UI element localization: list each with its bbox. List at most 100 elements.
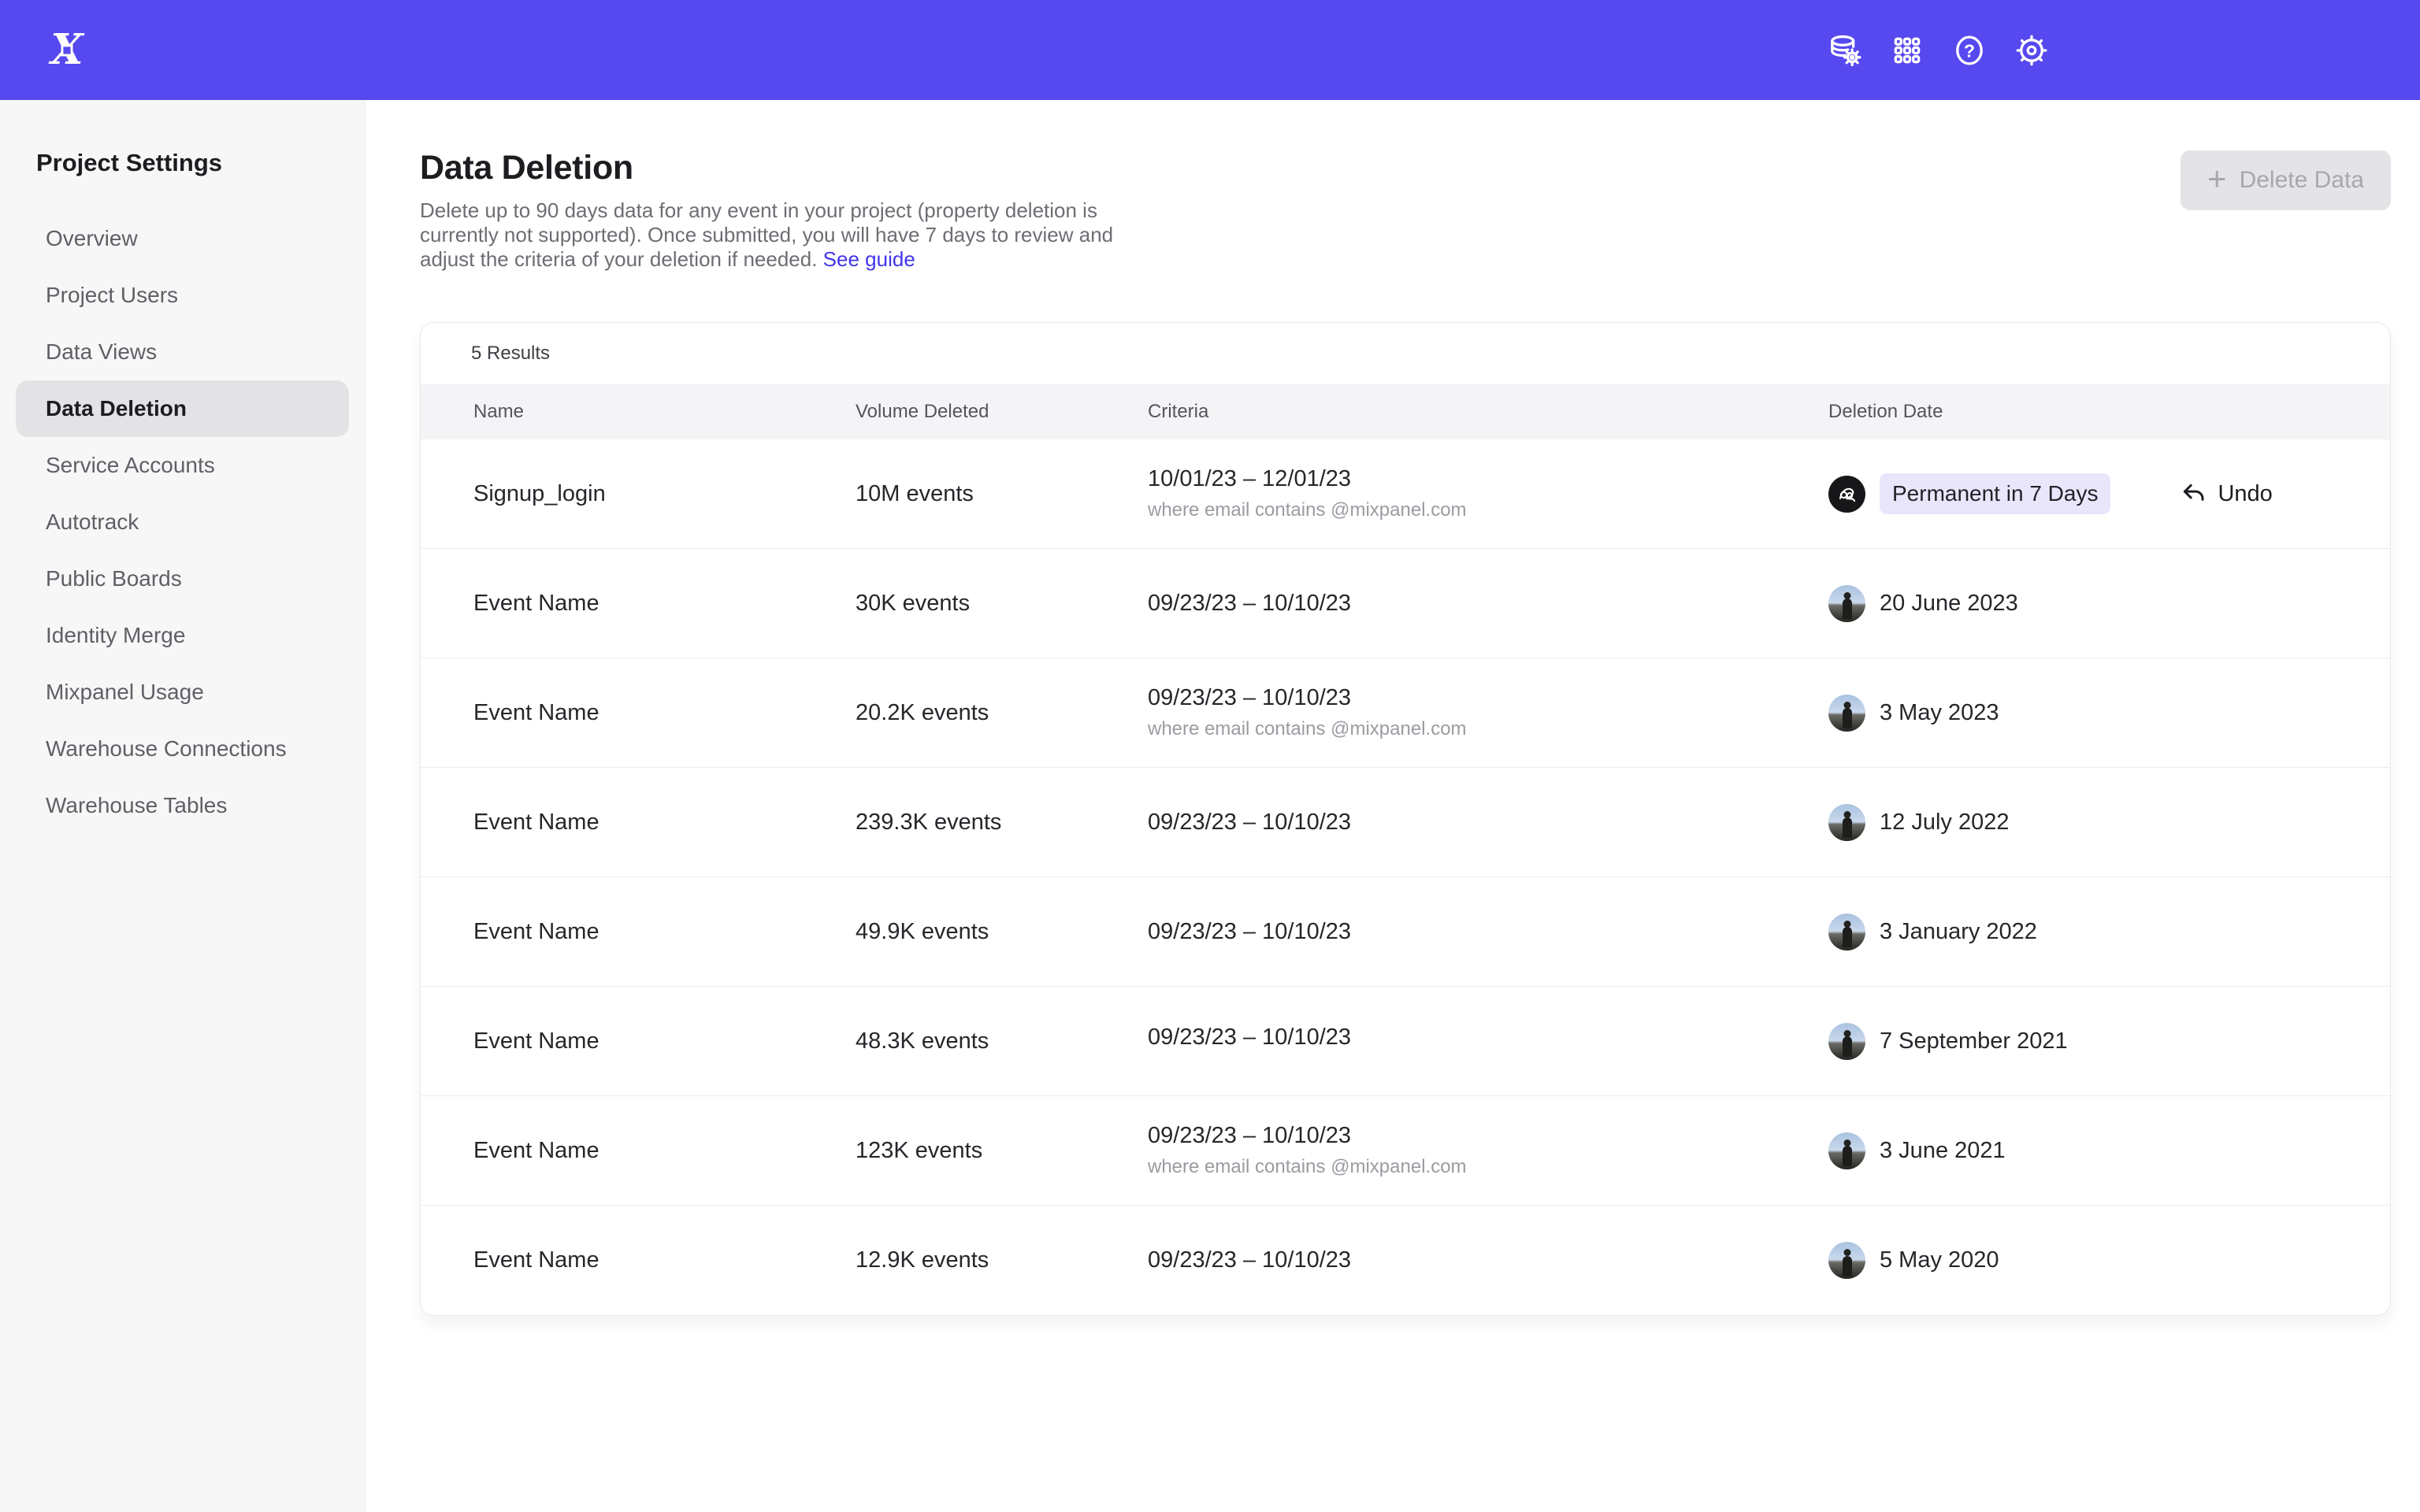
table-row: Event Name 239.3K events 09/23/23 – 10/1… [421,768,2390,877]
sidebar-item-label: Identity Merge [46,623,185,648]
deletion-date-text: 20 June 2023 [1880,591,2018,617]
volume-deleted-cell: 123K events [856,1138,1148,1164]
sidebar-item-label: Autotrack [46,510,139,535]
criteria-cell: 09/23/23 – 10/10/23 [1148,591,1828,617]
deletion-date-cell: 12 July 2022 [1828,804,2390,841]
deletion-date-cell: 3 January 2022 [1828,914,2390,951]
svg-text:?: ? [1964,40,1975,61]
see-guide-link[interactable]: See guide [823,247,915,271]
sidebar-item-data-views[interactable]: Data Views [16,324,349,380]
criteria-cell: 09/23/23 – 10/10/23 [1148,1247,1828,1273]
sidebar-item-label: Warehouse Connections [46,736,287,762]
sidebar-item-public-boards[interactable]: Public Boards [16,550,349,607]
topbar: X ? [0,0,2420,100]
criteria-filter-text: where email contains @mixpanel.com [1148,499,1828,521]
criteria-date-range: 09/23/23 – 10/10/23 [1148,591,1828,617]
sidebar-item-warehouse-tables[interactable]: Warehouse Tables [16,777,349,834]
apps-grid-icon[interactable] [1889,32,1925,69]
sidebar-item-mixpanel-usage[interactable]: Mixpanel Usage [16,664,349,721]
criteria-cell: 09/23/23 – 10/10/23 [1148,810,1828,836]
sidebar-nav: Overview Project Users Data Views Data Dele… [0,210,365,834]
sidebar-item-overview[interactable]: Overview [16,210,349,267]
deletion-date-cell: 7 September 2021 [1828,1023,2390,1060]
sidebar-item-label: Public Boards [46,566,182,591]
criteria-cell: 09/23/23 – 10/10/23 [1148,1025,1828,1058]
mixpanel-logo[interactable]: X [44,28,90,73]
criteria-date-range: 09/23/23 – 10/10/23 [1148,810,1828,836]
criteria-cell: 10/01/23 – 12/01/23 where email contains… [1148,466,1828,521]
table-body: Signup_login 10M events 10/01/23 – 12/01… [421,439,2390,1315]
sidebar-item-autotrack[interactable]: Autotrack [16,494,349,550]
table-row: Event Name 30K events 09/23/23 – 10/10/2… [421,549,2390,658]
page-title: Data Deletion [420,149,1116,187]
sidebar-item-label: Mixpanel Usage [46,680,204,705]
sidebar-item-label: Overview [46,226,138,251]
event-name-cell: Event Name [473,810,856,836]
deletion-date-text: 7 September 2021 [1880,1028,2068,1054]
table-row: Signup_login 10M events 10/01/23 – 12/01… [421,439,2390,549]
help-icon[interactable]: ? [1951,32,1988,69]
sidebar: Project Settings OverviewProject UsersDa… [0,100,366,1512]
deletion-date-cell: 3 May 2023 [1828,695,2390,732]
user-avatar [1828,585,1865,622]
deletion-date-text: 5 May 2020 [1880,1247,1999,1273]
plus-icon: + [2207,162,2227,195]
table-row: Event Name 48.3K events 09/23/23 – 10/10… [421,987,2390,1096]
deletion-date-cell: 5 May 2020 [1828,1242,2390,1279]
criteria-date-range: 09/23/23 – 10/10/23 [1148,1247,1828,1273]
delete-data-button[interactable]: + Delete Data [2181,150,2391,210]
volume-deleted-cell: 20.2K events [856,700,1148,726]
volume-deleted-cell: 239.3K events [856,810,1148,836]
deletion-date-cell: Permanent in 7 Days Undo [1828,473,2390,514]
criteria-date-range: 09/23/23 – 10/10/23 [1148,685,1828,711]
user-avatar [1828,1242,1865,1279]
topbar-icon-group: ? [1827,32,2050,69]
status-badge: Permanent in 7 Days [1880,473,2110,514]
sidebar-item-project-users[interactable]: Project Users [16,267,349,324]
user-avatar [1828,804,1865,841]
results-count: 5 Results [421,323,2390,384]
sidebar-item-label: Data Deletion [46,396,187,421]
user-avatar [1828,695,1865,732]
deletion-date-cell: 3 June 2021 [1828,1132,2390,1169]
deletion-date-text: 3 June 2021 [1880,1138,2006,1164]
page-description: Delete up to 90 days data for any event … [420,198,1116,272]
column-header-deletion-date: Deletion Date [1828,401,2390,423]
criteria-filter-text: where email contains @mixpanel.com [1148,1156,1828,1178]
sketch-avatar-doodle [1833,480,1861,508]
event-name-cell: Event Name [473,919,856,945]
sidebar-item-label: Data Views [46,339,157,365]
deletion-date-cell: 20 June 2023 [1828,585,2390,622]
event-name-cell: Event Name [473,1247,856,1273]
description-text: Delete up to 90 days data for any event … [420,198,1113,271]
criteria-date-range: 09/23/23 – 10/10/23 [1148,919,1828,945]
main-content: Data Deletion Delete up to 90 days data … [366,100,2420,1512]
event-name-cell: Event Name [473,1138,856,1164]
sidebar-item-identity-merge[interactable]: Identity Merge [16,607,349,664]
criteria-cell: 09/23/23 – 10/10/23 where email contains… [1148,685,1828,740]
criteria-date-range: 09/23/23 – 10/10/23 [1148,1025,1828,1051]
user-avatar [1828,914,1865,951]
page-header: Data Deletion Delete up to 90 days data … [420,149,2391,272]
sidebar-item-service-accounts[interactable]: Service Accounts [16,437,349,494]
sidebar-item-warehouse-connections[interactable]: Warehouse Connections [16,721,349,777]
event-name-cell: Event Name [473,591,856,617]
criteria-cell: 09/23/23 – 10/10/23 [1148,919,1828,945]
table-header-row: Name Volume Deleted Criteria Deletion Da… [421,384,2390,439]
sidebar-item-data-deletion[interactable]: Data Deletion [16,380,349,437]
volume-deleted-cell: 10M events [856,481,1148,507]
event-name-cell: Signup_login [473,481,856,507]
column-header-volume: Volume Deleted [856,401,1148,423]
deletion-date-text: 3 January 2022 [1880,919,2037,945]
user-avatar [1828,476,1865,513]
user-avatar [1828,1023,1865,1060]
undo-button[interactable]: Undo [2180,480,2272,507]
settings-gear-icon[interactable] [2014,32,2050,69]
user-avatar [1828,1132,1865,1169]
data-settings-icon[interactable] [1827,32,1863,69]
deletion-date-text: 3 May 2023 [1880,700,1999,726]
column-header-criteria: Criteria [1148,401,1828,423]
volume-deleted-cell: 12.9K events [856,1247,1148,1273]
sidebar-item-label: Service Accounts [46,453,215,478]
table-row: Event Name 49.9K events 09/23/23 – 10/10… [421,877,2390,987]
